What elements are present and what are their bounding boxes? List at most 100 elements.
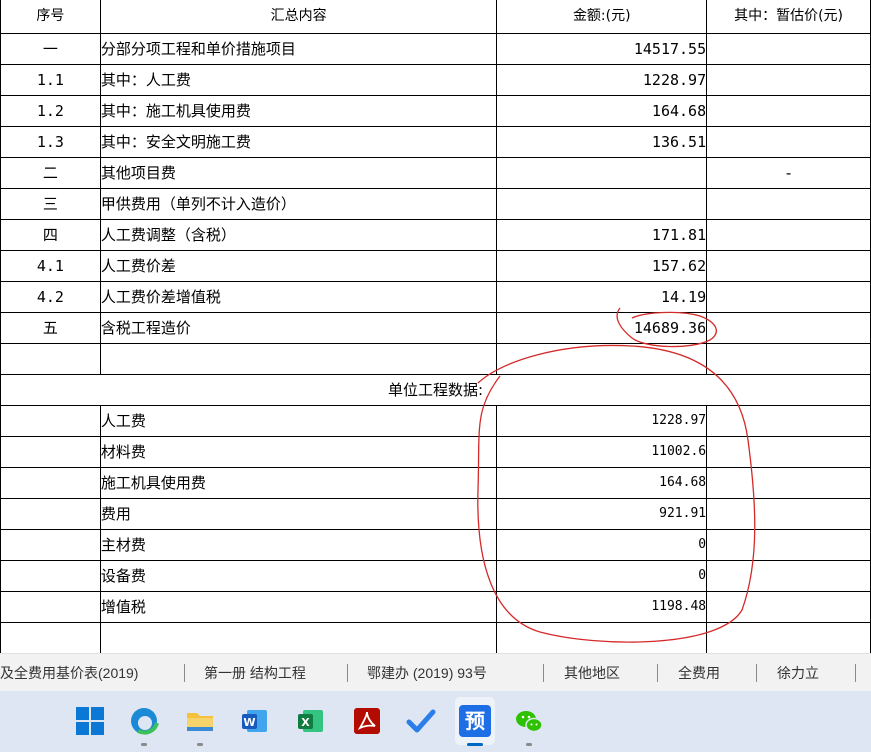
status-cost-mode[interactable]: 全费用: [678, 654, 720, 692]
empty-cell[interactable]: [706, 560, 871, 592]
header-serial[interactable]: 序号: [0, 0, 101, 34]
status-user[interactable]: 徐力立: [777, 654, 819, 692]
status-document-number[interactable]: 鄂建办 (2019) 93号: [367, 654, 487, 692]
status-quota-table[interactable]: 及全费用基价表(2019): [0, 654, 138, 692]
empty-cell[interactable]: [0, 498, 101, 530]
row-amount[interactable]: 157.62: [496, 250, 708, 282]
unit-row-content[interactable]: 设备费: [99, 560, 498, 592]
row-content[interactable]: 人工费调整（含税）: [99, 219, 498, 251]
row-amount[interactable]: [496, 157, 708, 189]
unit-row-amount[interactable]: 0: [496, 529, 708, 561]
empty-cell[interactable]: [0, 529, 101, 561]
empty-cell[interactable]: [496, 622, 708, 653]
row-estimate[interactable]: [706, 64, 871, 96]
row-amount[interactable]: 14517.55: [496, 33, 708, 65]
empty-cell[interactable]: [99, 343, 498, 375]
row-content[interactable]: 分部分项工程和单价措施项目: [99, 33, 498, 65]
row-estimate[interactable]: [706, 95, 871, 127]
header-amount[interactable]: 金额:(元): [496, 0, 708, 34]
status-volume[interactable]: 第一册 结构工程: [204, 654, 306, 692]
row-content[interactable]: 其中：安全文明施工费: [99, 126, 498, 158]
row-serial[interactable]: 二: [0, 157, 101, 189]
unit-row-amount[interactable]: 11002.6: [496, 436, 708, 468]
acrobat-icon[interactable]: [351, 705, 383, 737]
row-amount[interactable]: 14689.36: [496, 312, 708, 344]
unit-data-row: 主材费 0: [0, 529, 871, 561]
header-content[interactable]: 汇总内容: [99, 0, 498, 34]
row-content[interactable]: 其他项目费: [99, 157, 498, 189]
unit-row-amount[interactable]: 921.91: [496, 498, 708, 530]
row-amount[interactable]: 14.19: [496, 281, 708, 313]
empty-cell[interactable]: [496, 343, 708, 375]
empty-cell[interactable]: [706, 591, 871, 623]
row-amount[interactable]: [496, 188, 708, 220]
unit-row-amount[interactable]: 1198.48: [496, 591, 708, 623]
unit-data-title[interactable]: 单位工程数据:: [0, 374, 871, 406]
unit-row-content[interactable]: 主材费: [99, 529, 498, 561]
row-amount[interactable]: 136.51: [496, 126, 708, 158]
word-icon[interactable]: W: [239, 705, 271, 737]
unit-row-content[interactable]: 材料费: [99, 436, 498, 468]
empty-cell[interactable]: [706, 622, 871, 653]
table-header-row: 序号 汇总内容 金额:(元) 其中：暂估价(元): [0, 0, 871, 34]
empty-cell[interactable]: [0, 343, 101, 375]
unit-row-content[interactable]: 施工机具使用费: [99, 467, 498, 499]
empty-cell[interactable]: [0, 436, 101, 468]
todo-check-icon[interactable]: [405, 705, 437, 737]
svg-text:X: X: [301, 716, 310, 729]
status-region[interactable]: 其他地区: [564, 654, 620, 692]
wechat-icon[interactable]: [513, 705, 545, 737]
row-estimate[interactable]: -: [706, 157, 871, 189]
unit-row-content[interactable]: 费用: [99, 498, 498, 530]
file-explorer-icon[interactable]: [184, 705, 216, 737]
empty-cell[interactable]: [0, 591, 101, 623]
row-estimate[interactable]: [706, 281, 871, 313]
row-estimate[interactable]: [706, 126, 871, 158]
empty-cell[interactable]: [706, 405, 871, 437]
empty-cell[interactable]: [706, 436, 871, 468]
row-content[interactable]: 其中：人工费: [99, 64, 498, 96]
row-serial[interactable]: 1.3: [0, 126, 101, 158]
row-content[interactable]: 含税工程造价: [99, 312, 498, 344]
empty-cell[interactable]: [706, 529, 871, 561]
empty-cell[interactable]: [0, 622, 101, 653]
header-estimate[interactable]: 其中：暂估价(元): [706, 0, 871, 34]
row-estimate[interactable]: [706, 312, 871, 344]
row-estimate[interactable]: [706, 250, 871, 282]
row-serial[interactable]: 4.2: [0, 281, 101, 313]
row-amount[interactable]: 164.68: [496, 95, 708, 127]
preview-app-icon[interactable]: 预: [459, 705, 491, 737]
empty-cell[interactable]: [706, 498, 871, 530]
row-serial[interactable]: 1.1: [0, 64, 101, 96]
unit-row-amount[interactable]: 164.68: [496, 467, 708, 499]
row-amount[interactable]: 171.81: [496, 219, 708, 251]
row-serial[interactable]: 五: [0, 312, 101, 344]
unit-row-amount[interactable]: 1228.97: [496, 405, 708, 437]
empty-cell[interactable]: [706, 343, 871, 375]
row-serial[interactable]: 一: [0, 33, 101, 65]
row-estimate[interactable]: [706, 33, 871, 65]
empty-cell[interactable]: [0, 405, 101, 437]
row-serial[interactable]: 4.1: [0, 250, 101, 282]
empty-cell[interactable]: [0, 467, 101, 499]
row-content[interactable]: 人工费价差增值税: [99, 281, 498, 313]
row-content[interactable]: 人工费价差: [99, 250, 498, 282]
row-content[interactable]: 甲供费用（单列不计入造价）: [99, 188, 498, 220]
row-content[interactable]: 其中：施工机具使用费: [99, 95, 498, 127]
row-estimate[interactable]: [706, 219, 871, 251]
row-amount[interactable]: 1228.97: [496, 64, 708, 96]
unit-row-content[interactable]: 增值税: [99, 591, 498, 623]
running-indicator: [141, 743, 147, 746]
unit-row-amount[interactable]: 0: [496, 560, 708, 592]
row-serial[interactable]: 四: [0, 219, 101, 251]
unit-row-content[interactable]: 人工费: [99, 405, 498, 437]
empty-cell[interactable]: [706, 467, 871, 499]
empty-cell[interactable]: [99, 622, 498, 653]
edge-browser-icon[interactable]: [128, 705, 160, 737]
row-serial[interactable]: 三: [0, 188, 101, 220]
row-serial[interactable]: 1.2: [0, 95, 101, 127]
empty-cell[interactable]: [0, 560, 101, 592]
windows-start-icon[interactable]: [74, 705, 106, 737]
row-estimate[interactable]: [706, 188, 871, 220]
excel-icon[interactable]: X: [295, 705, 327, 737]
